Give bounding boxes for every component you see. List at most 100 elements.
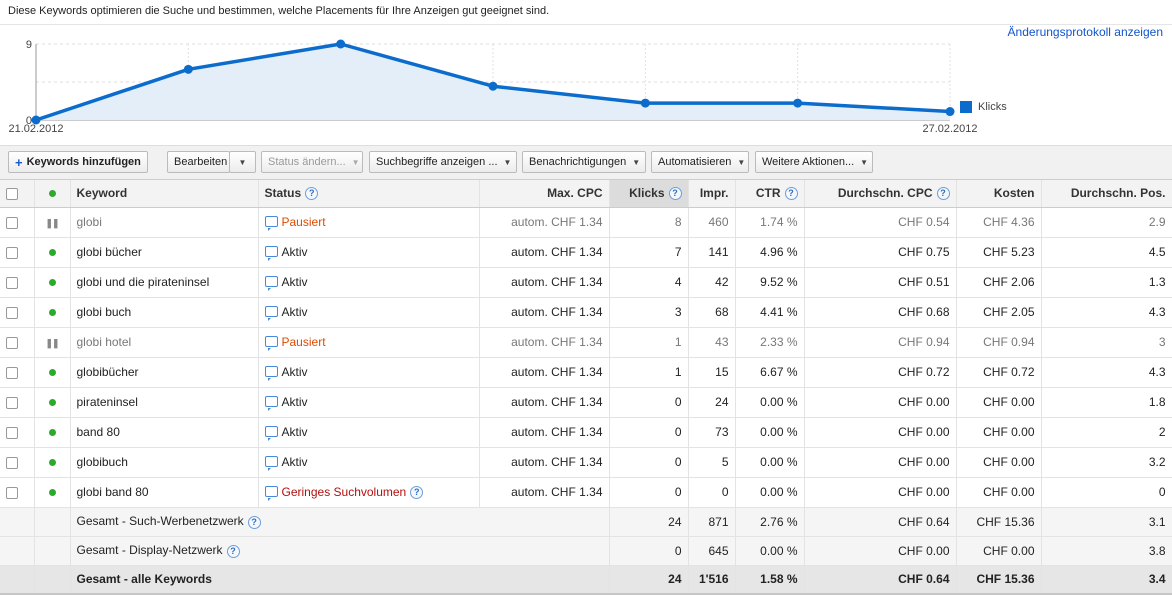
chevron-down-icon: ▼: [238, 157, 247, 167]
keyword-cell[interactable]: globi hotel: [70, 327, 259, 358]
comment-bubble-icon[interactable]: [264, 426, 278, 441]
status-cell[interactable]: Aktiv: [258, 447, 480, 478]
more-actions-button[interactable]: Weitere Aktionen... ▼: [755, 151, 873, 173]
col-status[interactable]: Status?: [258, 180, 480, 208]
row-state-cell[interactable]: [34, 417, 71, 448]
col-avg-pos[interactable]: Durchschn. Pos.: [1041, 180, 1172, 208]
col-ctr-label: CTR: [755, 186, 781, 201]
status-cell[interactable]: Pausiert: [258, 207, 480, 238]
search-terms-button[interactable]: Suchbegriffe anzeigen ... ▼: [369, 151, 517, 173]
help-icon[interactable]: ?: [226, 544, 240, 558]
col-impr[interactable]: Impr.: [688, 180, 736, 208]
plus-icon: +: [15, 154, 23, 170]
status-cell[interactable]: Aktiv: [258, 417, 480, 448]
max-cpc-cell[interactable]: autom. CHF 1.34: [479, 297, 610, 328]
max-cpc-cell[interactable]: autom. CHF 1.34: [479, 477, 610, 508]
comment-bubble-icon[interactable]: [264, 246, 278, 261]
help-icon[interactable]: ?: [784, 187, 798, 201]
clicks-cell: 0: [609, 477, 689, 508]
max-cpc-cell[interactable]: autom. CHF 1.34: [479, 357, 610, 388]
row-checkbox[interactable]: [6, 486, 18, 499]
keyword-cell[interactable]: globi buch: [70, 297, 259, 328]
add-keywords-button[interactable]: + Keywords hinzufügen: [8, 151, 148, 173]
row-checkbox[interactable]: [6, 336, 18, 349]
active-dot-icon: [48, 429, 56, 436]
row-state-cell[interactable]: ❚❚: [34, 327, 71, 358]
col-clicks[interactable]: Klicks?: [609, 180, 689, 208]
status-cell[interactable]: Geringes Suchvolumen?: [258, 477, 480, 508]
keyword-cell[interactable]: band 80: [70, 417, 259, 448]
status-cell[interactable]: Pausiert: [258, 327, 480, 358]
row-checkbox[interactable]: [6, 216, 18, 229]
keyword-cell[interactable]: globi und die pirateninsel: [70, 267, 259, 298]
cost-cell: CHF 0.00: [956, 477, 1042, 508]
status-text: Aktiv: [281, 455, 308, 469]
comment-bubble-icon[interactable]: [264, 336, 278, 351]
row-state-cell[interactable]: [34, 267, 71, 298]
comment-bubble-icon[interactable]: [264, 396, 278, 411]
impr-cell: 68: [688, 297, 736, 328]
col-cost[interactable]: Kosten: [956, 180, 1042, 208]
chevron-down-icon: ▼: [503, 157, 512, 167]
row-checkbox[interactable]: [6, 276, 18, 289]
row-state-cell[interactable]: [34, 387, 71, 418]
status-cell[interactable]: Aktiv: [258, 237, 480, 268]
help-icon[interactable]: ?: [305, 187, 319, 201]
comment-bubble-icon[interactable]: [264, 485, 278, 501]
row-checkbox[interactable]: [6, 366, 18, 379]
col-max-cpc[interactable]: Max. CPC: [479, 180, 610, 208]
col-keyword[interactable]: Keyword: [70, 180, 259, 208]
col-ctr[interactable]: CTR?: [735, 180, 805, 208]
row-checkbox[interactable]: [6, 246, 18, 259]
data-point: [336, 39, 346, 49]
row-state-cell[interactable]: [34, 237, 71, 268]
active-dot-icon: [48, 489, 56, 496]
max-cpc-cell[interactable]: autom. CHF 1.34: [479, 387, 610, 418]
change-status-label: Status ändern...: [268, 156, 346, 168]
row-state-cell[interactable]: [34, 297, 71, 328]
legend-label: Klicks: [978, 101, 1007, 113]
keyword-cell[interactable]: globi band 80: [70, 477, 259, 508]
row-state-cell[interactable]: [34, 357, 71, 388]
row-checkbox[interactable]: [6, 306, 18, 319]
edit-dropdown-button[interactable]: ▼: [229, 151, 256, 173]
keyword-cell[interactable]: globibuch: [70, 447, 259, 478]
row-state-cell[interactable]: [34, 477, 71, 508]
help-icon[interactable]: ?: [936, 187, 950, 201]
automate-button[interactable]: Automatisieren ▼: [651, 151, 749, 173]
change-status-button[interactable]: Status ändern... ▼: [261, 151, 363, 173]
comment-bubble-icon[interactable]: [264, 306, 278, 321]
total-avg-pos: 3.8: [1041, 536, 1172, 566]
max-cpc-cell[interactable]: autom. CHF 1.34: [479, 417, 610, 448]
max-cpc-cell[interactable]: autom. CHF 1.34: [479, 267, 610, 298]
max-cpc-cell[interactable]: autom. CHF 1.34: [479, 327, 610, 358]
comment-bubble-icon[interactable]: [264, 366, 278, 381]
keyword-cell[interactable]: pirateninsel: [70, 387, 259, 418]
max-cpc-cell[interactable]: autom. CHF 1.34: [479, 237, 610, 268]
status-cell[interactable]: Aktiv: [258, 267, 480, 298]
status-cell[interactable]: Aktiv: [258, 387, 480, 418]
row-checkbox[interactable]: [6, 426, 18, 439]
help-icon[interactable]: ?: [247, 515, 261, 529]
edit-button[interactable]: Bearbeiten: [167, 151, 230, 173]
max-cpc-cell[interactable]: autom. CHF 1.34: [479, 207, 610, 238]
select-all-checkbox[interactable]: [6, 188, 18, 201]
comment-bubble-icon[interactable]: [264, 276, 278, 291]
status-cell[interactable]: Aktiv: [258, 357, 480, 388]
status-text: Pausiert: [281, 215, 326, 229]
status-cell[interactable]: Aktiv: [258, 297, 480, 328]
row-state-cell[interactable]: [34, 447, 71, 478]
keyword-cell[interactable]: globi bücher: [70, 237, 259, 268]
keyword-cell[interactable]: globi: [70, 207, 259, 238]
col-avg-cpc[interactable]: Durchschn. CPC?: [804, 180, 957, 208]
max-cpc-cell[interactable]: autom. CHF 1.34: [479, 447, 610, 478]
row-state-cell[interactable]: ❚❚: [34, 207, 71, 238]
comment-bubble-icon[interactable]: [264, 456, 278, 471]
row-checkbox[interactable]: [6, 456, 18, 469]
keyword-cell[interactable]: globibücher: [70, 357, 259, 388]
help-icon[interactable]: ?: [410, 486, 424, 500]
comment-bubble-icon[interactable]: [264, 216, 278, 231]
row-checkbox[interactable]: [6, 396, 18, 409]
help-icon[interactable]: ?: [668, 187, 682, 201]
notifications-button[interactable]: Benachrichtigungen ▼: [522, 151, 646, 173]
